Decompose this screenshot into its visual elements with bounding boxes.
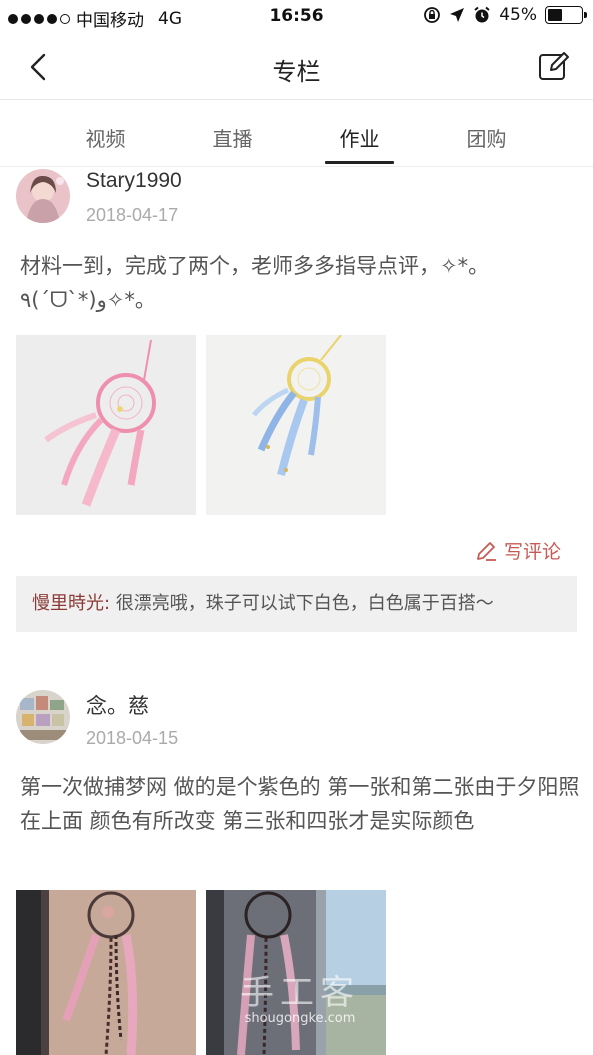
- post-card: Stary1990 2018-04-17 材料一到，完成了两个，老师多多指导点评…: [0, 167, 593, 637]
- tab-homework[interactable]: 作业: [296, 101, 423, 166]
- dreamcatcher-image: [206, 335, 386, 515]
- battery-percent: 45%: [499, 5, 537, 25]
- tab-live[interactable]: 直播: [169, 101, 296, 166]
- carrier-name: 中国移动: [76, 11, 144, 31]
- post-image[interactable]: [206, 335, 386, 515]
- comment-text: 很漂亮哦，珠子可以试下白色，白色属于百搭～: [110, 593, 494, 614]
- author-name[interactable]: Stary1990: [86, 169, 182, 193]
- avatar[interactable]: [16, 169, 70, 223]
- battery-fill: [548, 9, 563, 21]
- tab-group-buy[interactable]: 团购: [423, 101, 550, 166]
- rotation-lock-icon: [424, 7, 441, 23]
- status-bar: 中国移动 4G 16:56 45%: [0, 0, 593, 34]
- edit-icon: [539, 52, 569, 80]
- post-image[interactable]: [16, 335, 196, 515]
- watermark: 手工客 shougongke.com: [230, 975, 370, 1026]
- post-date: 2018-04-17: [86, 205, 179, 225]
- network-type: 4G: [158, 8, 182, 29]
- dreamcatcher-image: [16, 890, 196, 1055]
- post-date: 2018-04-15: [86, 728, 179, 748]
- signal-strength-icon: [8, 13, 70, 24]
- tab-bar: 视频 直播 作业 团购: [0, 101, 593, 167]
- dreamcatcher-image: [16, 335, 196, 515]
- nav-bar: 专栏: [0, 34, 593, 100]
- chevron-left-icon: [30, 53, 46, 81]
- edit-button[interactable]: [537, 49, 571, 83]
- page-title: 专栏: [272, 58, 321, 86]
- status-left: 中国移动 4G: [8, 6, 182, 31]
- comment-author[interactable]: 慢里時光:: [32, 593, 110, 614]
- write-comment-label: 写评论: [503, 541, 561, 563]
- comment-item[interactable]: 慢里時光: 很漂亮哦，珠子可以试下白色，白色属于百搭～: [16, 576, 577, 632]
- avatar[interactable]: [16, 690, 70, 744]
- status-right: 45%: [423, 5, 587, 25]
- back-button[interactable]: [22, 50, 56, 84]
- write-comment-button[interactable]: 写评论: [474, 537, 561, 564]
- tab-video[interactable]: 视频: [42, 101, 169, 166]
- pen-icon: [477, 541, 496, 561]
- alarm-icon: [474, 6, 490, 23]
- location-arrow-icon: [450, 8, 465, 22]
- watermark-logo: 手工客: [240, 973, 360, 1013]
- battery-icon: [545, 6, 587, 24]
- post-content: 第一次做捕梦网 做的是个紫色的 第一张和第二张由于夕阳照在上面 颜色有所改变 第…: [20, 775, 580, 833]
- author-name[interactable]: 念。慈: [86, 690, 149, 720]
- post-image[interactable]: [16, 890, 196, 1055]
- watermark-site: shougongke.com: [244, 1011, 356, 1026]
- post-content: 材料一到，完成了两个，老师多多指导点评，✧*。٩(ˊᗜˋ*)و✧*。: [20, 254, 490, 312]
